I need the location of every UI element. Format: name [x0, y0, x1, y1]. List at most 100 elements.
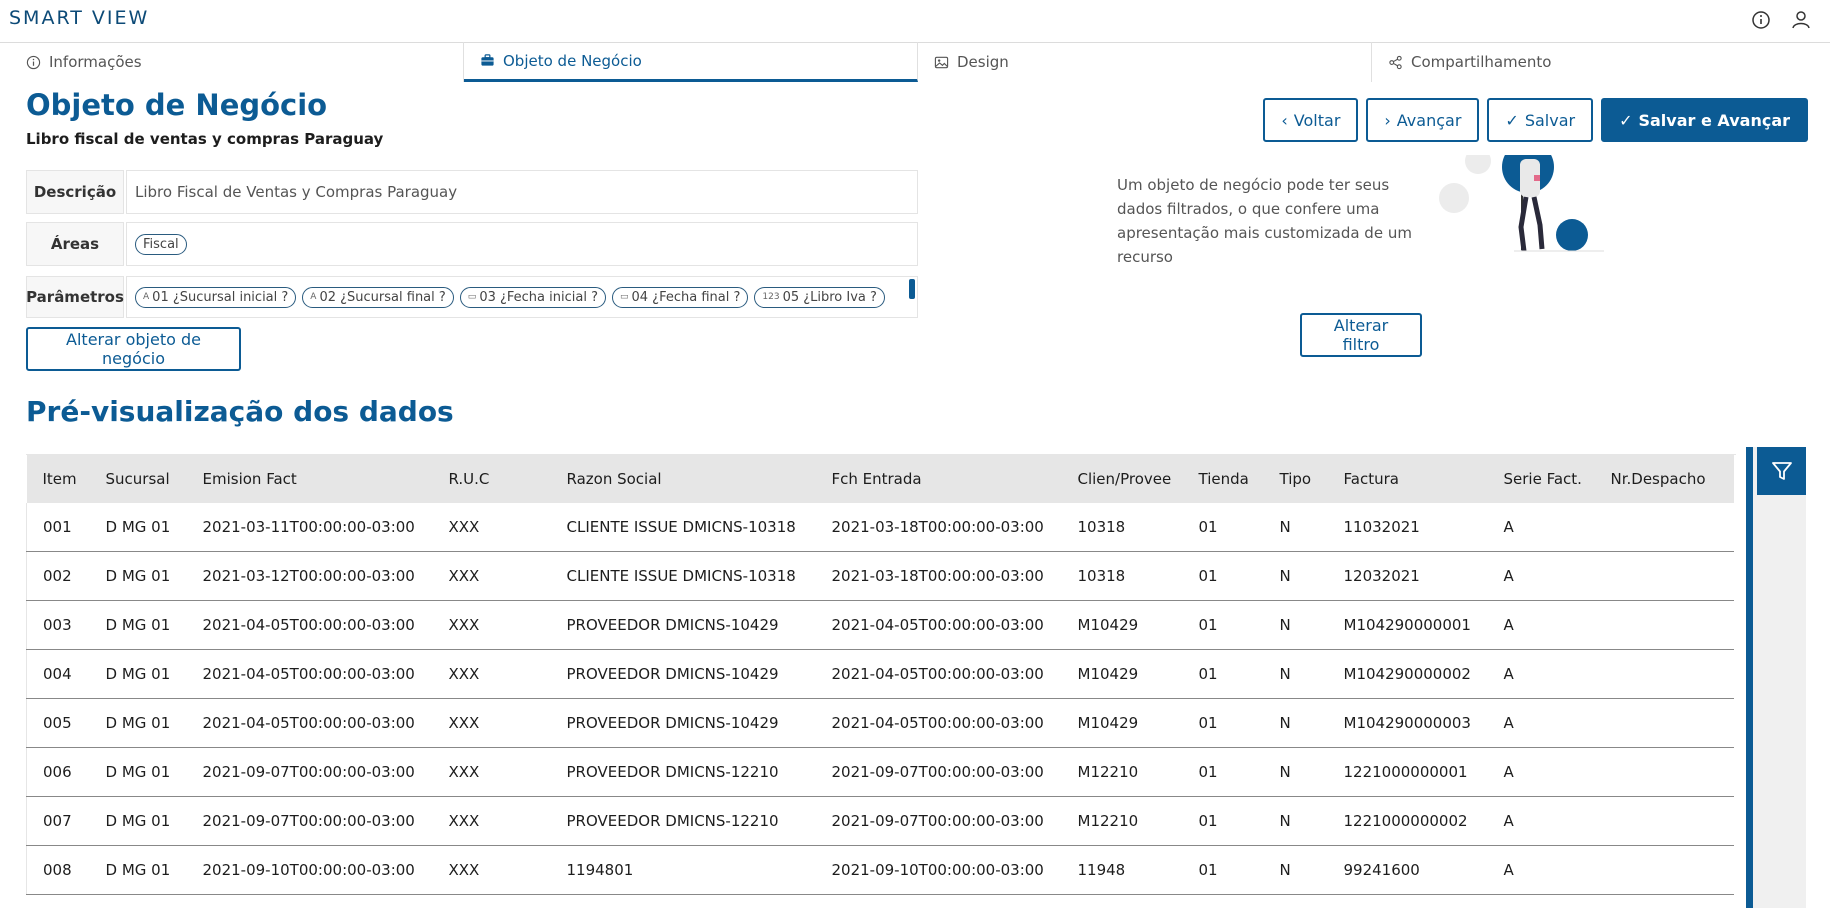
- column-header[interactable]: Factura: [1327, 455, 1488, 503]
- tab-compartilhamento[interactable]: Compartilhamento: [1372, 42, 1826, 82]
- app-brand: SMART VIEW: [9, 7, 150, 29]
- table-cell: N: [1263, 649, 1328, 699]
- table-row[interactable]: 003 D MG 01 2021-04-05T00:00:00-03:00 XXX PR…: [26, 600, 1734, 650]
- params-scrollbar[interactable]: [909, 279, 915, 299]
- top-bar: SMART VIEW: [0, 0, 1830, 43]
- param-chip[interactable]: A 01 ¿Sucursal inicial ?: [135, 286, 297, 308]
- param-chip[interactable]: ▭ 04 ¿Fecha final ?: [611, 286, 749, 308]
- column-header[interactable]: Tienda: [1182, 455, 1264, 503]
- table-cell: 008: [26, 845, 90, 895]
- table-cell: N: [1263, 503, 1328, 552]
- tab-label: Informações: [49, 53, 142, 71]
- table-cell: D MG 01: [89, 747, 187, 797]
- table-row[interactable]: 008 D MG 01 2021-09-10T00:00:00-03:00 XXX 11…: [26, 845, 1734, 895]
- next-button[interactable]: › Avançar: [1366, 98, 1480, 142]
- area-chip[interactable]: Fiscal: [135, 233, 187, 255]
- table-cell: [1594, 503, 1734, 552]
- table-cell: 01: [1182, 503, 1264, 552]
- table-cell: A: [1487, 845, 1595, 895]
- table-cell: 2021-04-05T00:00:00-03:00: [815, 698, 1062, 748]
- table-cell: [1594, 845, 1734, 895]
- change-filter-button[interactable]: Alterar filtro: [1300, 313, 1422, 357]
- table-cell: XXX: [432, 649, 551, 699]
- table-cell: 10318: [1061, 551, 1183, 601]
- filter-button[interactable]: [1757, 447, 1806, 495]
- tab-design[interactable]: Design: [918, 42, 1372, 82]
- table-cell: PROVEEDOR DMICNS-10429: [550, 698, 816, 748]
- table-row[interactable]: 002 D MG 01 2021-03-12T00:00:00-03:00 XXX CL…: [26, 551, 1734, 601]
- table-row[interactable]: 005 D MG 01 2021-04-05T00:00:00-03:00 XXX PR…: [26, 698, 1734, 748]
- table-cell: A: [1487, 747, 1595, 797]
- table-cell: 2021-09-07T00:00:00-03:00: [815, 796, 1062, 846]
- table-cell: A: [1487, 649, 1595, 699]
- column-header[interactable]: Serie Fact.: [1487, 455, 1595, 503]
- param-chip[interactable]: 123 05 ¿Libro Iva ?: [754, 286, 885, 308]
- column-header[interactable]: Nr.Despacho: [1594, 455, 1734, 503]
- share-icon: [1389, 55, 1402, 69]
- table-cell: 2021-04-05T00:00:00-03:00: [815, 649, 1062, 699]
- column-header[interactable]: Clien/Provee: [1061, 455, 1183, 503]
- table-cell: 11948: [1061, 845, 1183, 895]
- preview-title: Pré-visualização dos dados: [26, 395, 454, 428]
- table-row[interactable]: 007 D MG 01 2021-09-07T00:00:00-03:00 XXX PR…: [26, 796, 1734, 846]
- action-bar: ‹ Voltar › Avançar ✓ Salvar ✓ Salvar e A…: [1263, 98, 1808, 142]
- table-cell: 2021-04-05T00:00:00-03:00: [186, 649, 433, 699]
- table-cell: 1221000000002: [1327, 796, 1488, 846]
- table-cell: 11032021: [1327, 503, 1488, 552]
- save-and-next-label: Salvar e Avançar: [1638, 110, 1790, 130]
- table-row[interactable]: 001 D MG 01 2021-03-11T00:00:00-03:00 XXX CL…: [26, 503, 1734, 552]
- column-header[interactable]: Razon Social: [550, 455, 816, 503]
- table-cell: N: [1263, 845, 1328, 895]
- table-row[interactable]: 004 D MG 01 2021-04-05T00:00:00-03:00 XXX PR…: [26, 649, 1734, 699]
- table-cell: CLIENTE ISSUE DMICNS-10318: [550, 503, 816, 552]
- next-button-label: Avançar: [1396, 110, 1462, 130]
- column-header[interactable]: Emision Fact: [186, 455, 433, 503]
- param-chip[interactable]: ▭ 03 ¿Fecha inicial ?: [459, 286, 606, 308]
- user-icon[interactable]: [1790, 9, 1812, 31]
- param-label: 04 ¿Fecha final ?: [631, 289, 741, 305]
- param-chip[interactable]: A 02 ¿Sucursal final ?: [302, 286, 454, 308]
- tab-objeto-de-negocio[interactable]: Objeto de Negócio: [464, 42, 918, 82]
- table-row[interactable]: 006 D MG 01 2021-09-07T00:00:00-03:00 XXX PR…: [26, 747, 1734, 797]
- info-icon: [26, 55, 41, 69]
- tab-informacoes[interactable]: Informações: [10, 42, 464, 82]
- table-cell: 01: [1182, 747, 1264, 797]
- column-header[interactable]: Fch Entrada: [815, 455, 1062, 503]
- back-button-label: Voltar: [1293, 110, 1341, 130]
- table-header-row: Item Sucursal Emision Fact R.U.C Razon S…: [26, 455, 1734, 503]
- column-header[interactable]: Tipo: [1263, 455, 1328, 503]
- calendar-icon: ▭: [619, 292, 629, 302]
- column-header[interactable]: Sucursal: [89, 455, 187, 503]
- table-cell: A: [1487, 551, 1595, 601]
- param-label: 05 ¿Libro Iva ?: [782, 289, 877, 305]
- column-header[interactable]: Item: [26, 455, 90, 503]
- info-icon[interactable]: [1750, 9, 1772, 31]
- table-cell: 005: [26, 698, 90, 748]
- table-cell: 2021-04-05T00:00:00-03:00: [186, 698, 433, 748]
- table-cell: M104290000002: [1327, 649, 1488, 699]
- change-object-button[interactable]: Alterar objeto de negócio: [26, 327, 241, 371]
- column-header[interactable]: R.U.C: [432, 455, 551, 503]
- tab-bar: Informações Objeto de Negócio Design Com…: [10, 42, 1828, 82]
- save-and-next-button[interactable]: ✓ Salvar e Avançar: [1601, 98, 1808, 142]
- table-cell: A: [1487, 600, 1595, 650]
- text-type-icon: A: [310, 292, 317, 302]
- vertical-scrollbar[interactable]: [1746, 447, 1753, 908]
- param-label: 02 ¿Sucursal final ?: [319, 289, 446, 305]
- table-cell: CLIENTE ISSUE DMICNS-10318: [550, 551, 816, 601]
- table-cell: D MG 01: [89, 503, 187, 552]
- table-cell: N: [1263, 796, 1328, 846]
- table-cell: 2021-03-18T00:00:00-03:00: [815, 551, 1062, 601]
- param-label: 01 ¿Sucursal inicial ?: [152, 289, 289, 305]
- table-cell: XXX: [432, 747, 551, 797]
- table-cell: XXX: [432, 698, 551, 748]
- table-cell: 2021-04-05T00:00:00-03:00: [186, 600, 433, 650]
- table-cell: PROVEEDOR DMICNS-10429: [550, 600, 816, 650]
- table-cell: 002: [26, 551, 90, 601]
- save-button[interactable]: ✓ Salvar: [1487, 98, 1594, 142]
- table-cell: PROVEEDOR DMICNS-12210: [550, 747, 816, 797]
- table-cell: PROVEEDOR DMICNS-10429: [550, 649, 816, 699]
- back-button[interactable]: ‹ Voltar: [1263, 98, 1359, 142]
- table-cell: A: [1487, 698, 1595, 748]
- table-cell: 2021-09-07T00:00:00-03:00: [186, 747, 433, 797]
